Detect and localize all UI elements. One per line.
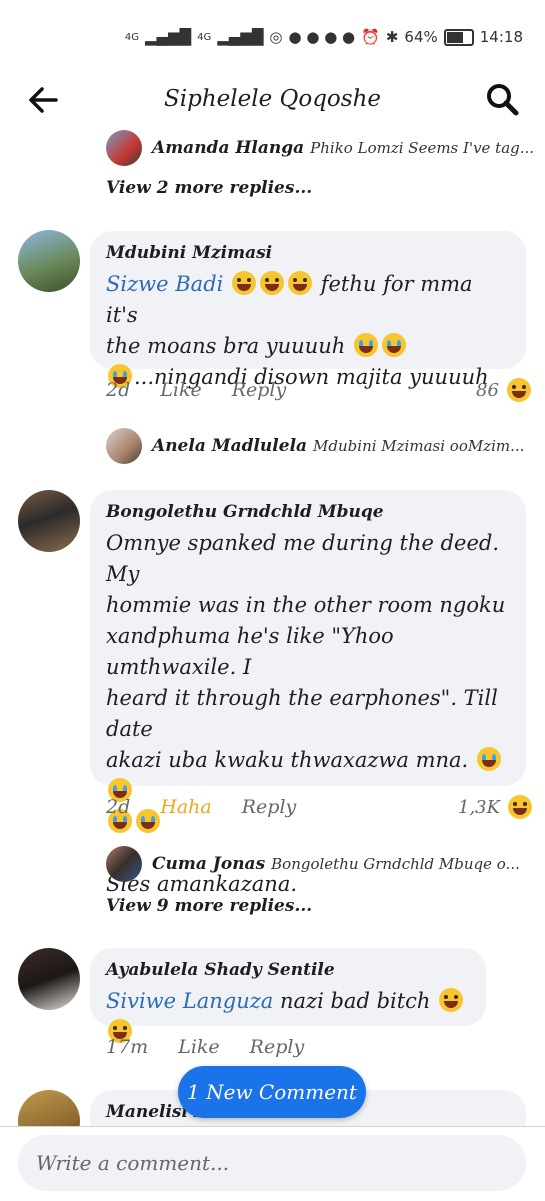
reply-author[interactable]: Anela Madlulela <box>152 436 307 456</box>
laughing-emoji-icon <box>506 378 531 402</box>
comment-text-segment: Omnye spanked me during the deed. My <box>106 531 500 586</box>
reply-button[interactable]: Reply <box>242 796 297 818</box>
comment-time: 17m <box>106 1036 149 1058</box>
reaction-count[interactable]: 86 <box>476 378 533 402</box>
avatar <box>106 428 142 464</box>
comment-bubble: Mdubini Mzimasi Sizwe Badi fethu for mma… <box>90 231 526 389</box>
avatar <box>106 130 142 166</box>
comment-text-segment: akazi uba kwaku thwaxazwa mna. <box>106 748 469 772</box>
comment-bubble: Ayabulela Shady Sentile Siviwe Languza n… <box>90 948 486 1043</box>
laughing-emoji-icon <box>260 271 285 295</box>
status-icons: 4G ▂▄▆█ 4G ▂▄▆█ ◎ ● ● ● ● ⏰ ✱ 64% 14:18 <box>125 28 523 46</box>
reply-button[interactable]: Reply <box>250 1036 305 1058</box>
alarm-icon: ⏰ <box>361 28 380 46</box>
reply-preview[interactable]: Anela Madlulela Mdubini Mzimasi ooMzim..… <box>106 426 524 466</box>
reply-button[interactable]: Reply <box>232 379 287 401</box>
comment-input[interactable] <box>18 1135 526 1191</box>
comment-time: 2d <box>106 796 131 818</box>
comment-text-segment: heard it through the earphones". Till da… <box>106 686 498 741</box>
header: Siphelele Qoqoshe <box>0 70 545 128</box>
reply-preview[interactable]: Amanda Hlanga Phiko Lomzi Seems I've tag… <box>106 128 534 168</box>
avatar[interactable] <box>18 490 80 552</box>
clock: 14:18 <box>479 28 523 46</box>
comment-text-segment: hommie was in the other room ngoku <box>106 593 506 617</box>
reply-author[interactable]: Cuma Jonas <box>152 854 265 874</box>
comment-composer <box>0 1126 545 1201</box>
signal-bars-icon-2: ▂▄▆█ <box>217 28 264 46</box>
like-button[interactable]: Like <box>178 1036 219 1058</box>
comment-time: 2d <box>106 379 131 401</box>
signal-icon-2: 4G <box>197 31 212 43</box>
laughing-emoji-icon <box>232 271 257 295</box>
comment-actions: 2d Like Reply <box>106 379 316 401</box>
mention-link[interactable]: Sizwe Badi <box>106 272 223 296</box>
reply-text: Mdubini Mzimasi ooMzim... <box>313 437 525 455</box>
mention-link[interactable]: Siviwe Languza <box>106 989 273 1013</box>
comment-text-segment: xandphuma he's like "Yhoo umthwaxile. I <box>106 624 394 679</box>
reply-preview[interactable]: Cuma Jonas Bongolethu Grndchld Mbuqe o..… <box>106 844 520 884</box>
battery-icon <box>443 28 474 46</box>
bluetooth-icon: ✱ <box>385 28 399 46</box>
view-more-replies[interactable]: View 9 more replies... <box>106 896 312 916</box>
hotspot-icon: ◎ <box>269 28 283 46</box>
comment-bubble: Bongolethu Grndchld Mbuqe Omnye spanked … <box>90 490 526 896</box>
crying-emoji-icon <box>353 333 378 357</box>
reply-text: Phiko Lomzi Seems I've tag... <box>310 139 535 157</box>
notification-icons: ● ● ● ● <box>288 28 356 46</box>
signal-icon-1: 4G <box>124 31 139 43</box>
avatar[interactable] <box>18 230 80 292</box>
battery-percent: 64% <box>404 28 438 46</box>
comment-text-segment: nazi bad bitch <box>273 989 431 1013</box>
laughing-emoji-icon <box>288 271 313 295</box>
crying-emoji-icon <box>476 747 501 771</box>
reaction-number: 1,3K <box>458 796 501 818</box>
reaction-number: 86 <box>476 379 499 401</box>
status-bar: 4G ▂▄▆█ 4G ▂▄▆█ ◎ ● ● ● ● ⏰ ✱ 64% 14:18 <box>0 0 545 70</box>
laughing-emoji-icon <box>439 988 464 1012</box>
comment-actions: 2d Haha Reply <box>106 796 326 818</box>
search-icon[interactable] <box>485 82 519 116</box>
reply-text: Bongolethu Grndchld Mbuqe o... <box>271 855 520 873</box>
comment-author[interactable]: Bongolethu Grndchld Mbuqe <box>106 502 510 522</box>
comments-feed[interactable]: Amanda Hlanga Phiko Lomzi Seems I've tag… <box>0 128 545 1126</box>
reply-author[interactable]: Amanda Hlanga <box>152 138 304 158</box>
comment-text: Sizwe Badi fethu for mma it's the moans … <box>106 269 510 393</box>
avatar <box>106 846 142 882</box>
crying-emoji-icon <box>381 333 406 357</box>
new-comment-button[interactable]: 1 New Comment <box>178 1066 366 1118</box>
signal-bars-icon: ▂▄▆█ <box>144 28 192 46</box>
page-title: Siphelele Qoqoshe <box>163 86 381 112</box>
haha-reaction-button[interactable]: Haha <box>160 796 211 818</box>
reaction-count[interactable]: 1,3K <box>458 795 534 819</box>
view-more-replies[interactable]: View 2 more replies... <box>106 178 312 198</box>
comment-actions: 17m Like Reply <box>106 1036 334 1058</box>
comment-author[interactable]: Ayabulela Shady Sentile <box>106 960 470 980</box>
like-button[interactable]: Like <box>160 379 201 401</box>
comment-text-segment: the moans bra yuuuuh <box>106 334 346 358</box>
avatar[interactable] <box>18 1090 80 1126</box>
comment-author[interactable]: Mdubini Mzimasi <box>106 243 510 263</box>
laughing-emoji-icon <box>508 795 533 819</box>
avatar[interactable] <box>18 948 80 1010</box>
